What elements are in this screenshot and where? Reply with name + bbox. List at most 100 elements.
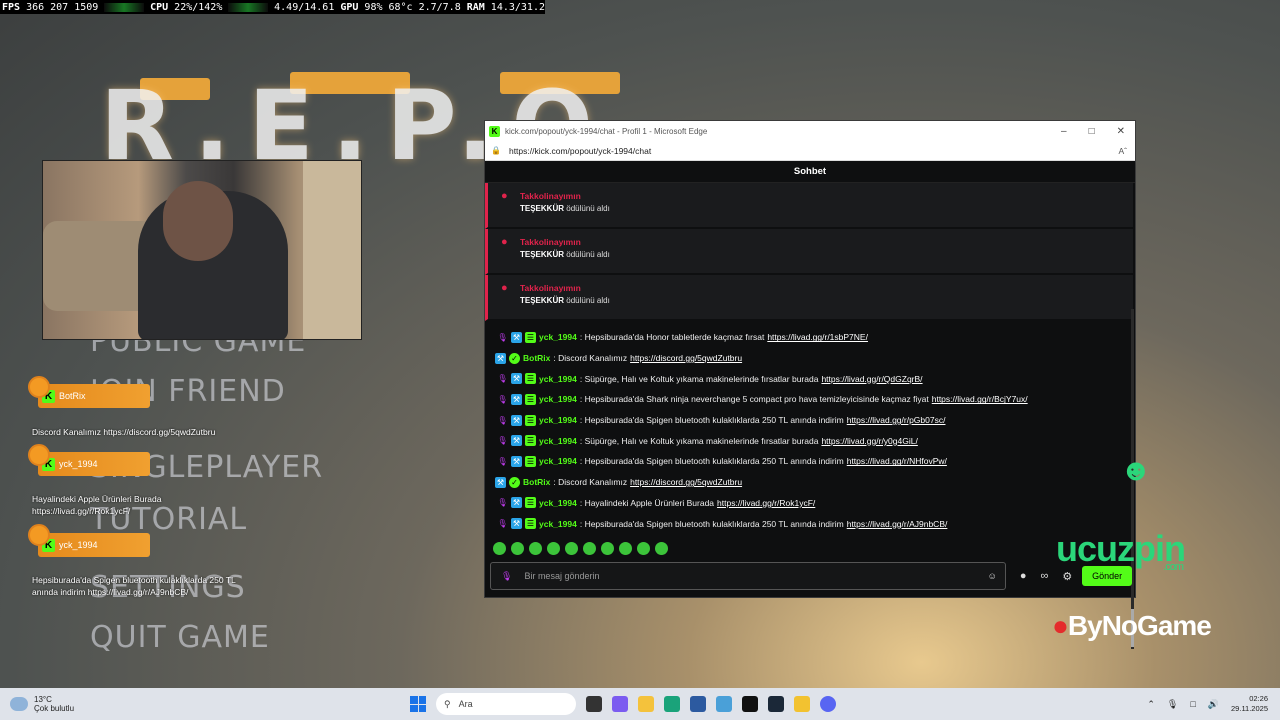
taskbar-search[interactable]: ⚲ Ara <box>436 693 576 715</box>
menu-quit-game[interactable]: QUIT GAME <box>90 620 270 655</box>
gear-icon[interactable]: ⚙ <box>1062 570 1072 583</box>
performance-overlay: FPS 366 207 1509 CPU 22%/142% 4.49/14.61… <box>0 0 545 14</box>
copilot-icon[interactable] <box>612 696 628 712</box>
store-icon[interactable] <box>690 696 706 712</box>
url-text[interactable]: https://kick.com/popout/yck-1994/chat <box>509 146 651 156</box>
chat-link[interactable]: https://livad.gg/r/Rok1ycF/ <box>717 498 815 508</box>
cpu-graph <box>228 2 269 12</box>
clock[interactable]: 02:26 29.11.2025 <box>1231 694 1268 714</box>
chat-text: : Discord Kanalımız <box>553 353 628 364</box>
chat-message: 🎙 ⚒ ☰ yck_1994: Hepsiburada'da Shark ninja … <box>485 389 1135 410</box>
reward-text: TEŞEKKÜR ödülünü aldı <box>520 250 610 259</box>
network-icon[interactable]: □ <box>1190 699 1195 709</box>
mic-badge-icon: 🎙 <box>497 415 508 425</box>
overlay-message: Hayalindeki Apple Ürünleri Burada https:… <box>32 494 162 516</box>
system-tray: ⌃ 🎙 □ 🔊 02:26 29.11.2025 <box>1147 694 1268 714</box>
chat-link[interactable]: https://livad.gg/r/pGb07sc/ <box>847 415 946 425</box>
discord-icon[interactable] <box>820 696 836 712</box>
chat-input-placeholder: Bir mesaj gönderin <box>524 571 600 581</box>
chevron-up-icon[interactable]: ⌃ <box>1147 699 1155 710</box>
chat-link[interactable]: https://livad.gg/r/AJ9nbCB/ <box>847 519 948 529</box>
chat-username[interactable]: yck_1994 <box>539 374 577 384</box>
chat-link[interactable]: https://livad.gg/r/1sbP7NE/ <box>767 332 868 342</box>
chat-username[interactable]: BotRix <box>523 353 550 363</box>
app-icon[interactable] <box>794 696 810 712</box>
subscriber-badge-icon: ☰ <box>525 331 536 343</box>
points-icon[interactable]: ● <box>1020 570 1027 583</box>
emote-icon[interactable] <box>529 542 542 555</box>
chat-username[interactable]: yck_1994 <box>539 394 577 404</box>
volume-icon[interactable]: 🔊 <box>1208 699 1219 710</box>
weather-widget[interactable]: 13°C Çok bulutlu <box>10 695 74 713</box>
chat-text: : Hepsiburada'da Spigen bluetooth kulakl… <box>579 415 844 426</box>
coin-icon <box>28 376 50 398</box>
chat-link[interactable]: https://discord.gg/5qwdZutbru <box>630 353 742 363</box>
emote-icon[interactable] <box>565 542 578 555</box>
chat-text: : Süpürge, Halı ve Koltuk yıkama makinel… <box>579 373 819 384</box>
reward-icon: ● <box>501 236 508 248</box>
settings-app-icon[interactable] <box>716 696 732 712</box>
emote-icon[interactable] <box>493 542 506 555</box>
task-view-icon[interactable] <box>586 696 602 712</box>
emote-icon[interactable] <box>511 542 524 555</box>
chat-link[interactable]: https://livad.gg/r/QdGZqrB/ <box>821 374 922 384</box>
chat-text: : Hepsiburada'da Shark ninja neverchange… <box>579 394 929 405</box>
reward-user[interactable]: Takkolinayımın <box>520 283 581 293</box>
gpu-mem: 2.7/7.8 <box>418 1 461 13</box>
close-icon[interactable]: ✕ <box>1117 126 1125 137</box>
reward-icon: ● <box>501 190 508 202</box>
read-aloud-icon[interactable]: Aˆ <box>1119 146 1136 156</box>
chat-text: : Discord Kanalımız <box>553 477 628 488</box>
chat-username[interactable]: yck_1994 <box>539 415 577 425</box>
mic-icon[interactable]: 🎙 <box>1167 699 1178 710</box>
chat-message: 🎙 ⚒ ☰ yck_1994: Hepsiburada'da Spigen bluet… <box>485 451 1135 472</box>
mic-badge-icon: 🎙 <box>497 374 508 384</box>
emoji-picker-icon[interactable]: ☺ <box>988 571 997 581</box>
chat-message: 🎙 ⚒ ☰ yck_1994: Süpürge, Halı ve Koltuk yık… <box>485 430 1135 451</box>
emote-icon[interactable] <box>619 542 632 555</box>
taskbar: 13°C Çok bulutlu ⚲ Ara ⌃ 🎙 □ 🔊 02:26 29.11.… <box>0 688 1280 720</box>
minimize-icon[interactable]: – <box>1061 126 1067 137</box>
chat-username[interactable]: BotRix <box>523 477 550 487</box>
reward-list: ● Takkolinayımın TEŞEKKÜR ödülünü aldı ●… <box>485 183 1135 321</box>
maximize-icon[interactable]: □ <box>1089 126 1095 137</box>
chat-link[interactable]: https://discord.gg/5qwdZutbru <box>630 477 742 487</box>
reward-user[interactable]: Takkolinayımın <box>520 237 581 247</box>
overlay-username-badge: Kyck_1994 <box>38 533 150 557</box>
chat-link[interactable]: https://livad.gg/r/NHfovPw/ <box>847 456 947 466</box>
start-button[interactable] <box>410 696 426 712</box>
overlay-message: Hepsiburada'da Spigen bluetooth kulaklık… <box>32 575 236 597</box>
chat-message: 🎙 ⚒ ☰ yck_1994: Hepsiburada'da Spigen bluet… <box>485 513 1135 534</box>
chat-username[interactable]: yck_1994 <box>539 519 577 529</box>
chat-message: ⚒ ✓ BotRix: Discord Kanalımız https://disc… <box>485 348 1135 369</box>
chat-text: : Hepsiburada'da Honor tabletlerde kaçma… <box>579 332 765 343</box>
emote-icon[interactable] <box>583 542 596 555</box>
infinity-icon[interactable]: ∞ <box>1041 570 1049 583</box>
emote-icon[interactable] <box>547 542 560 555</box>
kick-favicon-icon: K <box>489 125 500 137</box>
reward-user[interactable]: Takkolinayımın <box>520 191 581 201</box>
file-explorer-icon[interactable] <box>638 696 654 712</box>
edge-icon[interactable] <box>664 696 680 712</box>
chat-input[interactable]: 🎙 Bir mesaj gönderin ☺ <box>490 562 1006 590</box>
chat-username[interactable]: yck_1994 <box>539 332 577 342</box>
moderator-badge-icon: ⚒ <box>495 476 506 488</box>
chat-username[interactable]: yck_1994 <box>539 498 577 508</box>
fps-label: FPS <box>2 1 21 13</box>
steam-icon[interactable] <box>768 696 784 712</box>
window-titlebar[interactable]: K kick.com/popout/yck-1994/chat - Profil… <box>485 121 1135 141</box>
chat-username[interactable]: yck_1994 <box>539 456 577 466</box>
lock-icon[interactable]: 🔒 <box>491 146 501 155</box>
ram-label: RAM <box>466 1 485 13</box>
emote-icon[interactable] <box>637 542 650 555</box>
emote-icon[interactable] <box>601 542 614 555</box>
app-icon[interactable] <box>742 696 758 712</box>
mascot-icon: ☻ <box>1120 454 1152 487</box>
chat-link[interactable]: https://livad.gg/r/BcjY7ux/ <box>932 394 1028 404</box>
chat-username[interactable]: yck_1994 <box>539 436 577 446</box>
overlay-username-badge: K BotRix <box>38 384 150 408</box>
address-bar[interactable]: 🔒 https://kick.com/popout/yck-1994/chat … <box>485 141 1135 161</box>
emote-icon[interactable] <box>655 542 668 555</box>
mic-badge-icon: 🎙 <box>497 456 508 466</box>
chat-link[interactable]: https://livad.gg/r/y0g4GiL/ <box>821 436 917 446</box>
